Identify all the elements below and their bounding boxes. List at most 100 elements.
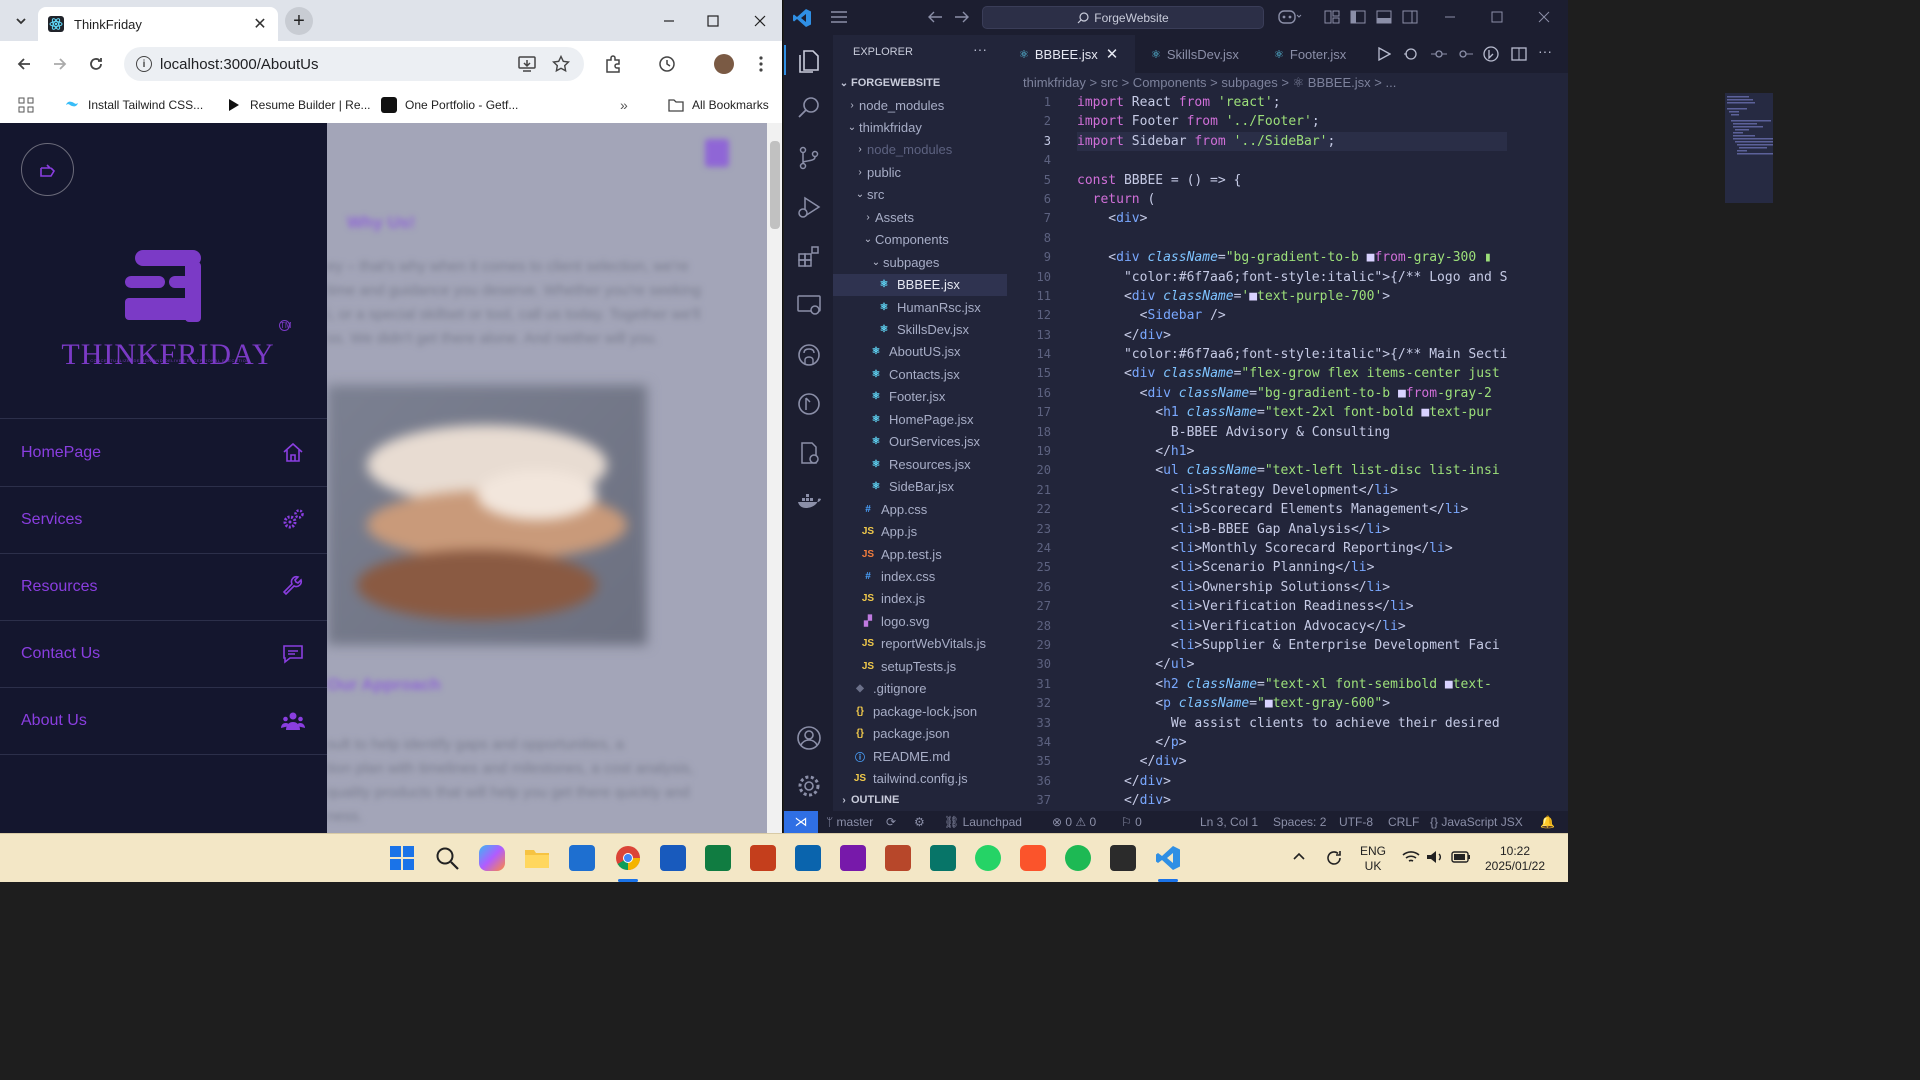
powerpoint-icon[interactable] xyxy=(750,845,776,871)
chrome-taskbar-icon[interactable] xyxy=(615,845,641,871)
copilot-icon[interactable] xyxy=(1278,9,1302,25)
tab-skillsdev[interactable]: ⚛ SkillsDev.jsx xyxy=(1139,35,1259,73)
reload-icon[interactable] xyxy=(84,52,108,76)
code-line[interactable]: "color:#6f7aa6;font-style:italic">{/** L… xyxy=(1077,268,1507,287)
open-changes-icon[interactable] xyxy=(1403,47,1419,61)
tree-folder[interactable]: ⌄ thimkfriday xyxy=(833,116,1007,138)
code-line[interactable]: B-BBEE Advisory & Consulting xyxy=(1077,423,1507,442)
battery-icon[interactable] xyxy=(1451,850,1471,864)
windows-start-icon[interactable] xyxy=(389,845,415,871)
code-line[interactable]: <div className='■text-purple-700'> xyxy=(1077,287,1507,306)
clock[interactable]: 10:22 2025/01/22 xyxy=(1480,834,1550,883)
tree-file[interactable]: ▞ logo.svg xyxy=(833,610,1007,632)
menu-hamburger-icon[interactable] xyxy=(830,10,848,24)
code-line[interactable]: <p className="■text-gray-600"> xyxy=(1077,694,1507,713)
minimap[interactable] xyxy=(1725,93,1773,203)
nav-forward-icon[interactable] xyxy=(954,10,970,24)
code-line[interactable]: return ( xyxy=(1077,190,1507,209)
whatsapp-icon[interactable] xyxy=(975,845,1001,871)
gitlens-status-icon[interactable]: ⚙ xyxy=(914,815,925,829)
word-icon[interactable] xyxy=(660,845,686,871)
code-line[interactable]: </div> xyxy=(1077,752,1507,771)
run-debug-icon[interactable] xyxy=(796,194,822,220)
tree-file[interactable]: ⚛ SideBar.jsx xyxy=(833,476,1007,498)
code-line[interactable]: <h1 className="text-2xl font-bold ■text-… xyxy=(1077,403,1507,422)
code-line[interactable]: <li>Supplier & Enterprise Development Fa… xyxy=(1077,636,1507,655)
tree-file[interactable]: ⚛ HumanRsc.jsx xyxy=(833,296,1007,318)
tab-search-icon[interactable] xyxy=(10,10,32,32)
code-line[interactable]: We assist clients to achieve their desir… xyxy=(1077,714,1507,733)
tab-footer[interactable]: ⚛ Footer.jsx xyxy=(1262,35,1372,73)
browser-tab[interactable]: ThinkFriday ✕ xyxy=(38,7,278,41)
code-line[interactable]: <li>Verification Readiness</li> xyxy=(1077,597,1507,616)
tree-file[interactable]: JS tailwind.config.js xyxy=(833,768,1007,790)
tree-file[interactable]: {} package-lock.json xyxy=(833,700,1007,722)
gitlens-icon[interactable] xyxy=(1483,46,1499,62)
install-app-icon[interactable] xyxy=(518,55,536,73)
bookmark-star-icon[interactable] xyxy=(552,55,570,73)
code-line[interactable]: </div> xyxy=(1077,791,1507,810)
code-line[interactable]: <div> xyxy=(1077,209,1507,228)
chrome-menu-icon[interactable] xyxy=(751,54,771,74)
split-editor-icon[interactable] xyxy=(1511,47,1527,61)
tray-overflow-icon[interactable] xyxy=(1292,850,1306,862)
explorer-files-icon[interactable] xyxy=(796,48,822,74)
more-bookmarks-icon[interactable]: » xyxy=(620,95,628,115)
excel-icon[interactable] xyxy=(705,845,731,871)
publisher-icon[interactable] xyxy=(930,845,956,871)
outlook-icon[interactable] xyxy=(795,845,821,871)
site-info-icon[interactable]: i xyxy=(136,56,152,72)
scrollbar-thumb[interactable] xyxy=(770,141,780,229)
testing-icon[interactable] xyxy=(796,440,822,466)
vs-maximize-icon[interactable] xyxy=(1491,10,1503,24)
volume-icon[interactable] xyxy=(1426,849,1444,865)
onenote-icon[interactable] xyxy=(840,845,866,871)
tree-folder[interactable]: › node_modules xyxy=(833,139,1007,161)
code-line[interactable]: <li>B-BBEE Gap Analysis</li> xyxy=(1077,520,1507,539)
pull-requests-icon[interactable] xyxy=(796,391,822,417)
page-scrollbar[interactable] xyxy=(767,123,782,833)
toggle-panel-icon[interactable] xyxy=(1376,10,1392,24)
language-indicator[interactable]: ENG UK xyxy=(1356,834,1390,883)
tree-file[interactable]: JS index.js xyxy=(833,588,1007,610)
microsoft-store-icon[interactable] xyxy=(569,845,595,871)
tree-file[interactable]: ⚛ OurServices.jsx xyxy=(833,431,1007,453)
line-ending[interactable]: CRLF xyxy=(1388,815,1419,829)
run-file-icon[interactable] xyxy=(1377,47,1391,61)
code-area[interactable]: import React from 'react'; import Footer … xyxy=(1077,93,1507,810)
code-line[interactable]: <div className="flex-grow flex items-cen… xyxy=(1077,364,1507,383)
code-line[interactable]: "color:#6f7aa6;font-style:italic">{/** M… xyxy=(1077,345,1507,364)
outline-section[interactable]: › OUTLINE xyxy=(833,789,1007,811)
sync-tray-icon[interactable] xyxy=(1324,848,1344,868)
code-line[interactable]: </p> xyxy=(1077,733,1507,752)
code-line[interactable]: <li>Verification Advocacy</li> xyxy=(1077,617,1507,636)
settings-gear-icon[interactable] xyxy=(796,773,822,799)
tree-folder[interactable]: ⌄ subpages xyxy=(833,251,1007,273)
nav-back-icon[interactable] xyxy=(927,10,943,24)
toggle-secondary-sidebar-icon[interactable] xyxy=(1402,10,1418,24)
remote-explorer-icon[interactable] xyxy=(796,292,822,318)
tree-file[interactable]: ⚛ BBBEE.jsx xyxy=(833,273,1007,296)
close-tab-icon[interactable]: ✕ xyxy=(252,14,268,34)
nav-item-services[interactable]: Services xyxy=(0,487,327,553)
timeline-icon[interactable] xyxy=(1431,47,1447,61)
tree-file[interactable]: # App.css xyxy=(833,498,1007,520)
brave-icon[interactable] xyxy=(1020,845,1046,871)
code-line[interactable]: </div> xyxy=(1077,772,1507,791)
code-line[interactable]: import Footer from '../Footer'; xyxy=(1077,112,1507,131)
tab-bbbee[interactable]: ⚛ BBBEE.jsx ✕ xyxy=(1007,35,1135,73)
tree-file[interactable]: # index.css xyxy=(833,565,1007,587)
close-editor-tab-icon[interactable]: ✕ xyxy=(1106,45,1119,63)
code-line[interactable]: <Sidebar /> xyxy=(1077,306,1507,325)
maximize-icon[interactable] xyxy=(700,8,726,34)
sync-icon[interactable]: ⟳ xyxy=(886,815,896,829)
tree-file[interactable]: JS setupTests.js xyxy=(833,655,1007,677)
bookmark-resume-builder[interactable]: Resume Builder | Re... xyxy=(226,95,371,115)
code-line[interactable]: import Sidebar from '../SideBar'; xyxy=(1077,131,1507,152)
access-icon[interactable] xyxy=(885,845,911,871)
tree-folder[interactable]: ⌄ src xyxy=(833,184,1007,206)
copilot-taskbar-icon[interactable] xyxy=(479,845,505,871)
tree-folder[interactable]: ⌄ Components xyxy=(833,229,1007,251)
code-line[interactable]: <li>Scorecard Elements Management</li> xyxy=(1077,500,1507,519)
vs-minimize-icon[interactable] xyxy=(1444,10,1456,24)
